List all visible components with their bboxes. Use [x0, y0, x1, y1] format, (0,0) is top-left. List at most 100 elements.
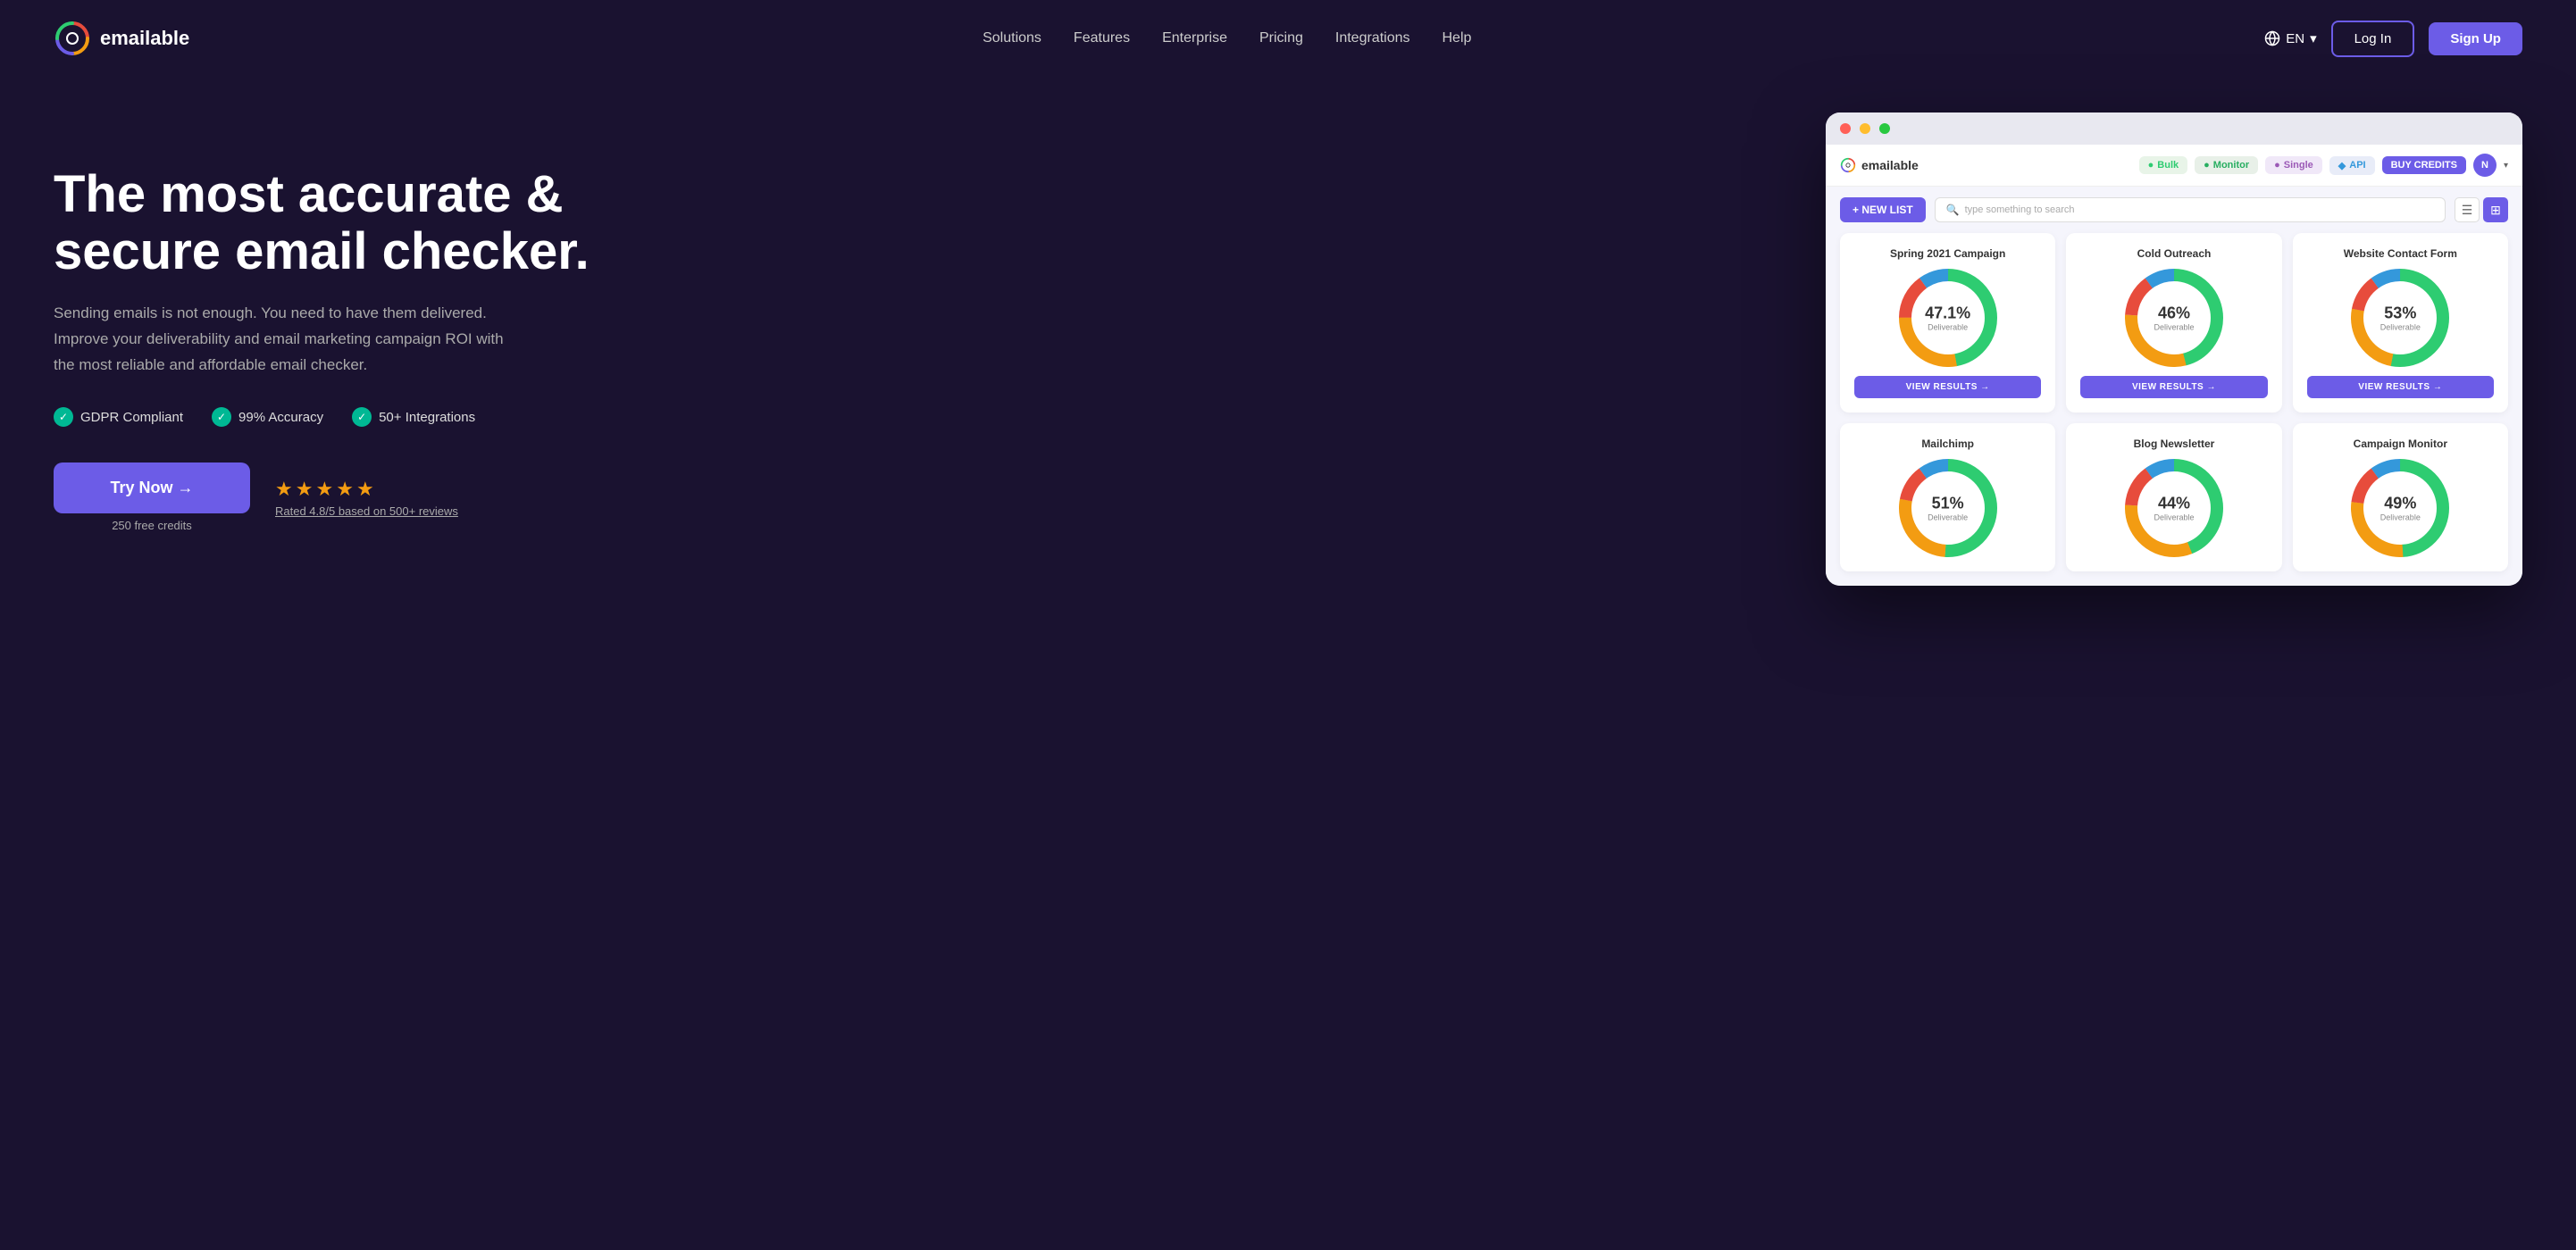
- deliverable-percent: 51%: [1932, 495, 1964, 512]
- view-results-button[interactable]: VIEW RESULTS →: [1854, 376, 2041, 398]
- hero-title: The most accurate & secure email checker…: [54, 166, 590, 280]
- dash-tab-single[interactable]: ● Single: [2265, 156, 2322, 174]
- user-avatar[interactable]: N: [2473, 154, 2497, 177]
- nav-enterprise[interactable]: Enterprise: [1162, 30, 1227, 46]
- hero-actions: Try Now → 250 free credits ★ ★ ★ ★ ★ Rat…: [54, 462, 590, 532]
- deliverable-label: Deliverable: [1928, 513, 1968, 522]
- donut-chart: 49% Deliverable: [2351, 459, 2449, 557]
- search-icon: 🔍: [1946, 204, 1960, 216]
- dashboard-card: Spring 2021 Campaign 47.1% Deliverable V…: [1840, 233, 2055, 412]
- search-bar[interactable]: 🔍 type something to search: [1935, 197, 2446, 222]
- star-4: ★: [336, 478, 354, 501]
- donut-center: 44% Deliverable: [2154, 495, 2194, 522]
- deliverable-label: Deliverable: [1925, 323, 1970, 332]
- minimize-dot: [1860, 123, 1870, 134]
- donut-chart: 53% Deliverable: [2351, 269, 2449, 367]
- donut-chart: 47.1% Deliverable: [1899, 269, 1997, 367]
- list-view-icon[interactable]: ☰: [2455, 197, 2480, 222]
- donut-center: 51% Deliverable: [1928, 495, 1968, 522]
- navigation: emailable Solutions Features Enterprise …: [0, 0, 2576, 77]
- deliverable-percent: 53%: [2384, 304, 2416, 322]
- card-title: Website Contact Form: [2344, 247, 2457, 260]
- card-title: Spring 2021 Campaign: [1890, 247, 2005, 260]
- donut-chart: 51% Deliverable: [1899, 459, 1997, 557]
- badge-gdpr: ✓ GDPR Compliant: [54, 407, 183, 427]
- lang-label: EN: [2286, 31, 2304, 46]
- star-2: ★: [296, 478, 314, 501]
- view-toggle: ☰ ⊞: [2455, 197, 2508, 222]
- nav-features[interactable]: Features: [1074, 30, 1130, 46]
- donut-center: 53% Deliverable: [2380, 304, 2421, 332]
- logo-text: emailable: [100, 27, 189, 50]
- free-credits-label: 250 free credits: [112, 519, 192, 532]
- star-5: ★: [356, 478, 374, 501]
- browser-window: emailable ● Bulk ● Monitor ●: [1826, 112, 2522, 586]
- dashboard-card: Cold Outreach 46% Deliverable VIEW RESUL…: [2066, 233, 2281, 412]
- card-title: Blog Newsletter: [2134, 438, 2215, 450]
- donut-center: 46% Deliverable: [2154, 304, 2194, 332]
- dash-tab-monitor[interactable]: ● Monitor: [2195, 156, 2258, 174]
- nav-help[interactable]: Help: [1443, 30, 1472, 46]
- dash-toolbar: + NEW LIST 🔍 type something to search ☰ …: [1826, 187, 2522, 233]
- nav-integrations[interactable]: Integrations: [1335, 30, 1410, 46]
- star-1: ★: [275, 478, 293, 501]
- logo[interactable]: emailable: [54, 20, 189, 57]
- star-3: ★: [315, 478, 333, 501]
- deliverable-percent: 49%: [2384, 495, 2416, 512]
- check-icon: ✓: [212, 407, 231, 427]
- language-selector[interactable]: EN ▾: [2264, 30, 2316, 46]
- chevron-down-icon: ▾: [2310, 30, 2317, 46]
- card-title: Campaign Monitor: [2354, 438, 2447, 450]
- dashboard-card: Website Contact Form 53% Deliverable VIE…: [2293, 233, 2508, 412]
- deliverable-label: Deliverable: [2380, 513, 2421, 522]
- cards-grid: Spring 2021 Campaign 47.1% Deliverable V…: [1826, 233, 2522, 586]
- badge-integrations: ✓ 50+ Integrations: [352, 407, 475, 427]
- dashboard-card: Mailchimp 51% Deliverable: [1840, 423, 2055, 571]
- deliverable-percent: 46%: [2158, 304, 2190, 322]
- login-button[interactable]: Log In: [2331, 21, 2415, 57]
- donut-chart: 44% Deliverable: [2125, 459, 2223, 557]
- donut-center: 47.1% Deliverable: [1925, 304, 1970, 332]
- browser-toolbar: [1826, 112, 2522, 145]
- nav-links: Solutions Features Enterprise Pricing In…: [983, 30, 1471, 46]
- donut-chart: 46% Deliverable: [2125, 269, 2223, 367]
- dash-tab-api[interactable]: ◆ API: [2329, 156, 2375, 175]
- star-rating: ★ ★ ★ ★ ★: [275, 478, 458, 501]
- deliverable-percent: 47.1%: [1925, 304, 1970, 322]
- buy-credits-button[interactable]: BUY CREDITS: [2382, 156, 2466, 174]
- view-results-button[interactable]: VIEW RESULTS →: [2307, 376, 2494, 398]
- nav-pricing[interactable]: Pricing: [1259, 30, 1303, 46]
- signup-button[interactable]: Sign Up: [2429, 22, 2522, 55]
- deliverable-label: Deliverable: [2154, 323, 2194, 332]
- nav-solutions[interactable]: Solutions: [983, 30, 1041, 46]
- deliverable-label: Deliverable: [2154, 513, 2194, 522]
- donut-center: 49% Deliverable: [2380, 495, 2421, 522]
- dashboard-preview: emailable ● Bulk ● Monitor ●: [643, 112, 2522, 586]
- search-placeholder: type something to search: [1965, 204, 2075, 215]
- dash-tab-bulk[interactable]: ● Bulk: [2139, 156, 2188, 174]
- dash-tabs: ● Bulk ● Monitor ● Single ◆: [2139, 154, 2508, 177]
- dashboard-card: Campaign Monitor 49% Deliverable: [2293, 423, 2508, 571]
- try-now-button[interactable]: Try Now →: [54, 462, 250, 513]
- chevron-down-icon: ▾: [2504, 161, 2508, 171]
- deliverable-percent: 44%: [2158, 495, 2190, 512]
- rating-text[interactable]: Rated 4.8/5 based on 500+ reviews: [275, 504, 458, 518]
- badge-accuracy: ✓ 99% Accuracy: [212, 407, 323, 427]
- check-icon: ✓: [54, 407, 73, 427]
- card-title: Cold Outreach: [2137, 247, 2212, 260]
- dash-logo: emailable: [1840, 157, 1919, 173]
- close-dot: [1840, 123, 1851, 134]
- nav-right: EN ▾ Log In Sign Up: [2264, 21, 2522, 57]
- view-results-button[interactable]: VIEW RESULTS →: [2080, 376, 2267, 398]
- dashboard-card: Blog Newsletter 44% Deliverable: [2066, 423, 2281, 571]
- new-list-button[interactable]: + NEW LIST: [1840, 197, 1926, 222]
- hero-description: Sending emails is not enough. You need t…: [54, 301, 518, 379]
- deliverable-label: Deliverable: [2380, 323, 2421, 332]
- try-now-wrap: Try Now → 250 free credits: [54, 462, 250, 532]
- rating-section: ★ ★ ★ ★ ★ Rated 4.8/5 based on 500+ revi…: [275, 478, 458, 518]
- dashboard-content: emailable ● Bulk ● Monitor ●: [1826, 145, 2522, 586]
- grid-view-icon[interactable]: ⊞: [2483, 197, 2508, 222]
- card-title: Mailchimp: [1921, 438, 1974, 450]
- check-icon: ✓: [352, 407, 372, 427]
- hero-content: The most accurate & secure email checker…: [54, 166, 590, 532]
